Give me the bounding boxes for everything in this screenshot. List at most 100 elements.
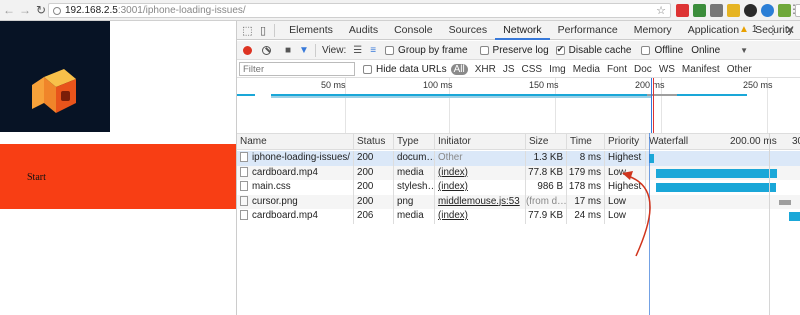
- cell-initiator[interactable]: (index): [435, 165, 526, 180]
- overview-icon[interactable]: ≡: [370, 45, 376, 56]
- address-bar[interactable]: 192.168.2.5:3001/iphone-loading-issues/ …: [48, 3, 671, 18]
- throttling-value: Online: [691, 44, 721, 56]
- column-header-initiator[interactable]: Initiator: [435, 134, 526, 150]
- hide-data-urls-checkbox[interactable]: Hide data URLs: [363, 64, 447, 75]
- large-rows-icon[interactable]: ☰: [353, 45, 362, 56]
- overview-tick-label: 100 ms: [423, 80, 453, 90]
- checkbox[interactable]: [385, 45, 395, 55]
- warning-indicator[interactable]: ▲ 1: [739, 24, 757, 35]
- group-by-frame-checkbox[interactable]: Group by frame: [385, 44, 468, 56]
- waterfall-bar[interactable]: [788, 212, 800, 221]
- column-header-waterfall[interactable]: Waterfall 200.00 ms 30: [646, 134, 800, 150]
- size-text: (from d…: [526, 195, 567, 207]
- type-filter-xhr[interactable]: XHR: [475, 64, 496, 75]
- devtools-menu-icon[interactable]: ⋮: [767, 23, 779, 37]
- document-icon: [240, 181, 248, 191]
- cell-initiator[interactable]: (index): [435, 180, 526, 195]
- tab-audits[interactable]: Audits: [341, 21, 386, 40]
- forward-icon[interactable]: →: [18, 3, 32, 17]
- extension-icon[interactable]: [710, 4, 723, 17]
- separator: [314, 43, 316, 57]
- tab-application[interactable]: Application: [680, 21, 747, 40]
- checkbox[interactable]: [641, 45, 651, 55]
- filter-input[interactable]: [239, 62, 355, 76]
- warning-icon: ▲: [739, 24, 749, 35]
- back-icon[interactable]: ←: [2, 3, 16, 17]
- size-text: 1.3 KB: [533, 152, 563, 163]
- disable-cache-checkbox[interactable]: Disable cache: [555, 44, 631, 56]
- extension-icon[interactable]: [744, 4, 757, 17]
- type-filter-all[interactable]: All: [450, 63, 468, 75]
- separator: [274, 23, 276, 37]
- bookmark-star-icon[interactable]: ☆: [656, 4, 666, 17]
- type-filter-img[interactable]: Img: [549, 64, 566, 75]
- table-row[interactable]: cardboard.mp4 200 media (index) 77.8 KB 179 m…: [237, 165, 800, 180]
- column-header-size[interactable]: Size: [526, 134, 567, 150]
- info-icon[interactable]: [53, 6, 61, 15]
- status-text: 200: [357, 181, 374, 192]
- browser-menu-icon[interactable]: ⋮: [788, 2, 800, 16]
- tab-console[interactable]: Console: [386, 21, 441, 40]
- tab-elements[interactable]: Elements: [281, 21, 341, 40]
- type-filter-ws[interactable]: WS: [659, 64, 675, 75]
- type-filter-doc[interactable]: Doc: [634, 64, 652, 75]
- time-text: 8 ms: [579, 152, 601, 163]
- cell-initiator[interactable]: middlemouse.js:53: [435, 194, 526, 209]
- record-icon[interactable]: [243, 45, 252, 55]
- capture-screenshots-icon[interactable]: ■: [285, 45, 291, 56]
- document-icon: [240, 152, 248, 162]
- table-row[interactable]: cardboard.mp4 206 media (index) 77.9 KB 24 ms…: [237, 209, 800, 224]
- waterfall-bar[interactable]: [655, 183, 776, 192]
- type-filter-css[interactable]: CSS: [522, 64, 543, 75]
- type-filter-js[interactable]: JS: [503, 64, 515, 75]
- cell-initiator[interactable]: (index): [435, 209, 526, 224]
- priority-text: Highest: [608, 181, 642, 192]
- group-by-frame-label: Group by frame: [398, 44, 468, 56]
- name-text: iphone-loading-issues/: [252, 152, 351, 163]
- checkbox[interactable]: [479, 45, 489, 55]
- checkbox[interactable]: [363, 64, 372, 74]
- extension-icon[interactable]: [727, 4, 740, 17]
- preserve-log-checkbox[interactable]: Preserve log: [479, 45, 549, 56]
- reload-icon[interactable]: ↻: [34, 3, 48, 17]
- extension-icon[interactable]: [761, 4, 774, 17]
- clear-icon[interactable]: [262, 45, 271, 55]
- extension-icon[interactable]: [693, 4, 706, 17]
- type-filter-font[interactable]: Font: [607, 64, 627, 75]
- type-filter-media[interactable]: Media: [573, 64, 600, 75]
- table-row[interactable]: main.css 200 stylesh… (index) 986 B 178 ms Hig…: [237, 180, 800, 195]
- cell-priority: Highest: [605, 180, 646, 195]
- checkbox[interactable]: [555, 44, 565, 55]
- table-row[interactable]: cursor.png 200 png middlemouse.js:53 (from d…: [237, 194, 800, 209]
- tab-memory[interactable]: Memory: [626, 21, 680, 40]
- tab-network[interactable]: Network: [495, 21, 550, 40]
- cell-size: 77.9 KB: [526, 209, 567, 224]
- column-header-priority[interactable]: Priority: [605, 134, 646, 150]
- column-header-status[interactable]: Status: [354, 134, 394, 150]
- tab-performance[interactable]: Performance: [550, 21, 626, 40]
- column-header-type[interactable]: Type: [394, 134, 435, 150]
- filter-icon[interactable]: ▼: [299, 45, 309, 56]
- column-header-time[interactable]: Time: [567, 134, 605, 150]
- name-text: cardboard.mp4: [252, 210, 318, 221]
- type-filter-other[interactable]: Other: [727, 64, 752, 75]
- inspect-element-icon[interactable]: ⬚: [242, 22, 253, 38]
- close-devtools-icon[interactable]: ✕: [785, 23, 795, 37]
- device-toolbar-icon[interactable]: ▯: [258, 22, 269, 38]
- extension-icon[interactable]: [676, 4, 689, 17]
- column-header-name[interactable]: Name: [237, 134, 354, 150]
- throttling-select[interactable]: Online ▼: [691, 45, 748, 56]
- table-row[interactable]: iphone-loading-issues/200 docum… Other 1.3 …: [237, 151, 800, 166]
- offline-checkbox[interactable]: Offline: [641, 45, 683, 56]
- type-filter-manifest[interactable]: Manifest: [682, 64, 720, 75]
- priority-text: Low: [608, 166, 626, 178]
- cell-initiator: Other: [435, 151, 526, 166]
- cell-time: 8 ms: [567, 151, 605, 166]
- start-button[interactable]: Start: [0, 144, 236, 209]
- cell-status: 206: [354, 209, 394, 224]
- waterfall-bar[interactable]: [779, 199, 791, 205]
- waterfall-bar[interactable]: [655, 168, 777, 178]
- tab-sources[interactable]: Sources: [441, 21, 496, 40]
- cell-name: cursor.png: [237, 194, 354, 209]
- name-text: main.css: [252, 181, 291, 192]
